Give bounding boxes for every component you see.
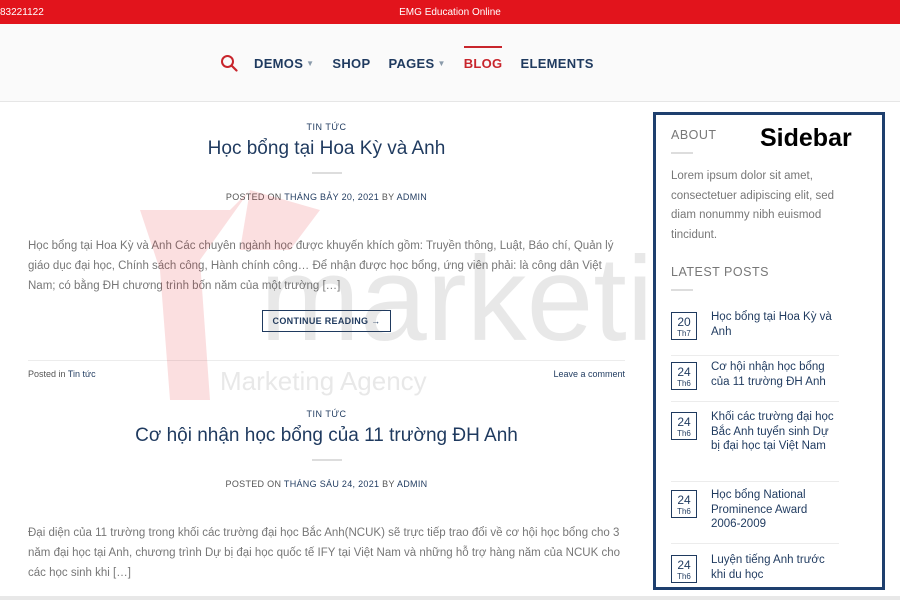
post-author[interactable]: ADMIN	[397, 192, 428, 202]
latest-post-item[interactable]: 24 Th6 Học bổng National Prominence Award…	[671, 488, 839, 544]
horizontal-scrollbar[interactable]	[0, 596, 900, 600]
posted-in: Posted in Tin tức	[28, 369, 96, 379]
posted-in-label: Posted in	[28, 369, 66, 379]
latest-posts-title: LATEST POSTS	[671, 265, 769, 279]
latest-post-item[interactable]: 24 Th6 Khối các trường đại học Bắc Anh tu…	[671, 410, 839, 482]
sidebar-label: Sidebar	[760, 124, 852, 152]
latest-post-item[interactable]: 20 Th7 Học bổng tại Hoa Kỳ và Anh	[671, 310, 839, 356]
date-month: Th7	[677, 329, 691, 338]
date-month: Th6	[677, 572, 691, 581]
post-item: TIN TỨC Cơ hội nhận học bổng của 11 trườ…	[28, 409, 625, 583]
posted-on-label: POSTED ON	[225, 192, 282, 202]
title-divider	[311, 459, 342, 461]
nav-item-label: DEMOS	[254, 55, 304, 71]
latest-post-title[interactable]: Học bổng tại Hoa Kỳ và Anh	[711, 310, 839, 339]
posted-in-category-link[interactable]: Tin tức	[68, 369, 96, 379]
nav-item-elements[interactable]: ELEMENTS	[520, 52, 593, 74]
post-footer: Posted in Tin tức Leave a comment	[28, 360, 625, 394]
widget-divider	[671, 289, 693, 291]
by-label: BY	[382, 479, 395, 489]
nav-item-blog[interactable]: BLOG	[463, 46, 503, 74]
nav-item-demos[interactable]: DEMOS ▼	[254, 52, 314, 74]
about-text: Lorem ipsum dolor sit amet, consectetuer…	[671, 170, 835, 241]
date-day: 24	[677, 365, 691, 379]
main-nav: DEMOS ▼ SHOP PAGES ▼ BLOG ELEMENTS	[220, 46, 612, 74]
date-day: 24	[677, 558, 691, 572]
nav-item-label: BLOG	[463, 55, 503, 71]
post-category[interactable]: TIN TỨC	[28, 122, 625, 132]
blog-list: TIN TỨC Học bổng tại Hoa Kỳ và Anh POSTE…	[28, 102, 625, 600]
post-title[interactable]: Học bổng tại Hoa Kỳ và Anh	[28, 138, 625, 160]
nav-item-label: ELEMENTS	[520, 55, 594, 71]
post-category[interactable]: TIN TỨC	[28, 409, 625, 419]
post-meta: POSTED ON THÁNG BẢY 20, 2021 BY ADMIN	[28, 192, 625, 202]
by-label: BY	[381, 192, 395, 202]
continue-wrap: CONTINUE READING →	[28, 310, 625, 332]
latest-post-item[interactable]: 24 Th6 Luyện tiếng Anh trước khi du học	[671, 553, 839, 583]
latest-post-title[interactable]: Cơ hội nhận học bổng của 11 trường ĐH An…	[711, 360, 839, 389]
chevron-down-icon: ▼	[437, 58, 446, 68]
post-date-badge: 24 Th6	[671, 412, 697, 440]
top-bar: 83221122 EMG Education Online	[0, 0, 900, 24]
nav-item-shop[interactable]: SHOP	[332, 52, 370, 74]
post-author[interactable]: ADMIN	[397, 479, 428, 489]
leave-comment-link[interactable]: Leave a comment	[553, 369, 625, 379]
date-month: Th6	[677, 507, 691, 516]
nav-item-pages[interactable]: PAGES ▼	[388, 52, 445, 74]
posted-on-label: POSTED ON	[225, 479, 282, 489]
continue-reading-button[interactable]: CONTINUE READING →	[261, 310, 392, 332]
title-divider	[311, 172, 342, 174]
search-icon[interactable]	[220, 54, 238, 72]
post-date-badge: 24 Th6	[671, 362, 697, 390]
date-day: 20	[677, 315, 691, 329]
date-month: Th6	[677, 429, 691, 438]
latest-post-item[interactable]: 24 Th6 Cơ hội nhận học bổng của 11 trường…	[671, 360, 839, 402]
date-day: 24	[677, 415, 691, 429]
latest-post-title[interactable]: Luyện tiếng Anh trước khi du học	[711, 553, 839, 582]
top-bar-brand: EMG Education Online	[399, 7, 501, 18]
post-date-badge: 24 Th6	[671, 555, 697, 583]
date-month: Th6	[677, 379, 691, 388]
nav-item-label: SHOP	[332, 55, 371, 71]
post-item: TIN TỨC Học bổng tại Hoa Kỳ và Anh POSTE…	[28, 122, 625, 394]
post-date[interactable]: THÁNG SÁU 24, 2021	[284, 479, 379, 489]
nav-item-label: PAGES	[388, 55, 435, 71]
latest-post-title[interactable]: Học bổng National Prominence Award 2006-…	[711, 488, 839, 532]
about-widget-title: ABOUT	[671, 128, 717, 142]
chevron-down-icon: ▼	[306, 58, 315, 68]
post-title[interactable]: Cơ hội nhận học bổng của 11 trường ĐH An…	[28, 425, 625, 447]
post-excerpt: Học bổng tại Hoa Kỳ và Anh Các chuyên ng…	[28, 240, 614, 292]
widget-divider	[671, 152, 693, 154]
post-date-badge: 24 Th6	[671, 490, 697, 518]
site-header: DEMOS ▼ SHOP PAGES ▼ BLOG ELEMENTS	[0, 24, 900, 102]
post-date-badge: 20 Th7	[671, 312, 697, 340]
date-day: 24	[677, 493, 691, 507]
post-meta: POSTED ON THÁNG SÁU 24, 2021 BY ADMIN	[28, 479, 625, 489]
post-date[interactable]: THÁNG BẢY 20, 2021	[284, 192, 379, 202]
latest-post-title[interactable]: Khối các trường đại học Bắc Anh tuyển si…	[711, 410, 839, 454]
post-excerpt: Đại diện của 11 trường trong khối các tr…	[28, 527, 620, 579]
